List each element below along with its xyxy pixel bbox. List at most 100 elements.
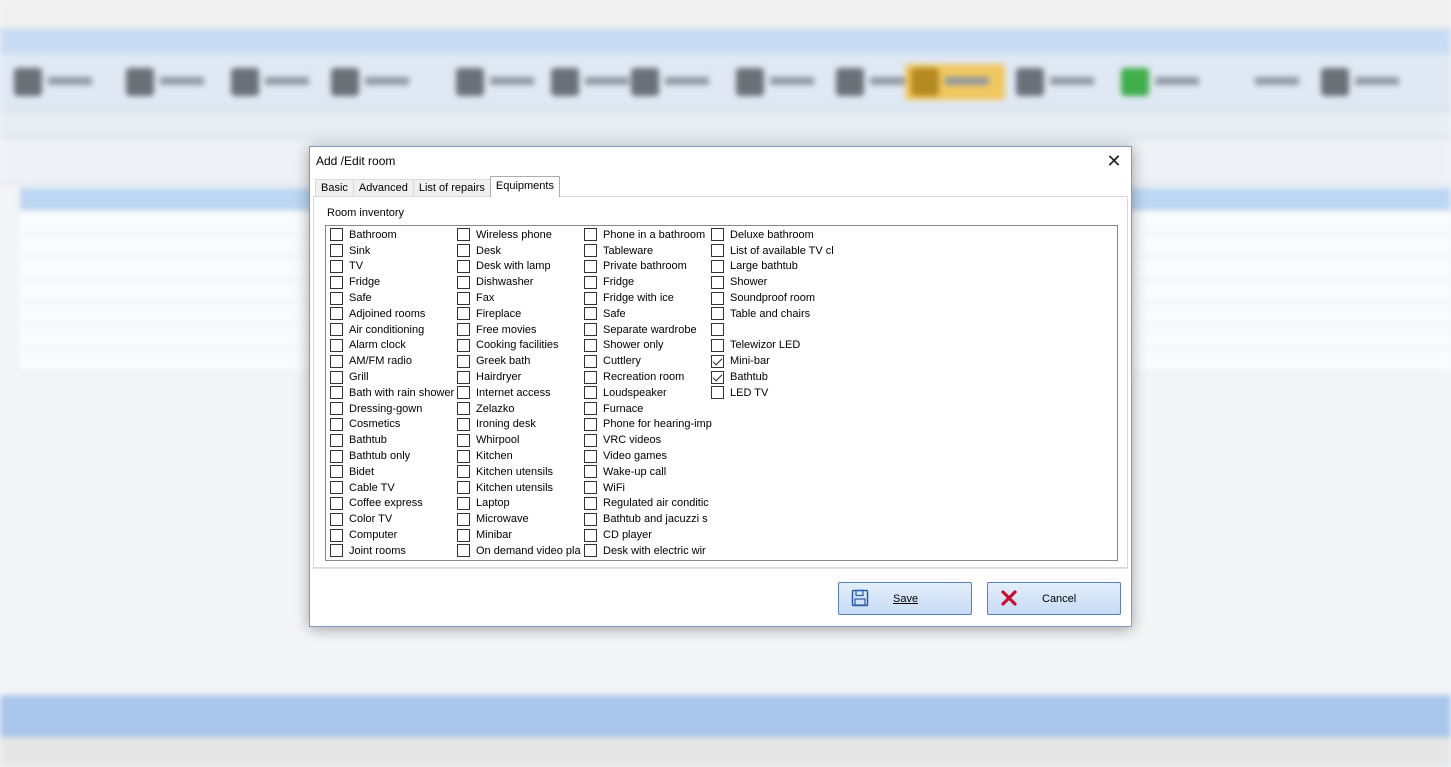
checkbox[interactable] [584, 323, 597, 337]
checkbox[interactable] [711, 275, 724, 289]
inventory-checkbox-item[interactable]: Cooking facilities [457, 338, 587, 354]
inventory-checkbox-item[interactable]: Furnace [584, 401, 714, 417]
inventory-checkbox-item[interactable]: Safe [584, 306, 714, 322]
checkbox[interactable] [330, 417, 343, 431]
checkbox[interactable] [330, 465, 343, 479]
inventory-checkbox-item[interactable]: Internet access [457, 385, 587, 401]
checkbox[interactable] [584, 402, 597, 416]
inventory-checkbox-item[interactable]: Kitchen utensils [457, 464, 587, 480]
checkbox[interactable] [584, 291, 597, 305]
checkbox-checked[interactable] [711, 354, 724, 368]
inventory-checkbox-item[interactable]: Phone for hearing-imp [584, 417, 714, 433]
inventory-checkbox-item[interactable]: Air conditioning [330, 322, 460, 338]
inventory-checkbox-item[interactable]: Sink [330, 243, 460, 259]
checkbox[interactable] [584, 259, 597, 273]
checkbox[interactable] [457, 228, 470, 242]
inventory-checkbox-item[interactable]: Recreation room [584, 369, 714, 385]
checkbox[interactable] [330, 259, 343, 273]
checkbox[interactable] [711, 386, 724, 400]
inventory-checkbox-item[interactable]: Large bathtub [711, 259, 841, 275]
inventory-checkbox-item[interactable]: Phone in a bathroom [584, 227, 714, 243]
inventory-checkbox-item[interactable]: Regulated air conditic [584, 496, 714, 512]
checkbox[interactable] [584, 544, 597, 558]
checkbox[interactable] [330, 307, 343, 321]
checkbox[interactable] [584, 528, 597, 542]
inventory-checkbox-item[interactable]: Adjoined rooms [330, 306, 460, 322]
checkbox[interactable] [457, 370, 470, 384]
checkbox[interactable] [330, 433, 343, 447]
checkbox[interactable] [330, 449, 343, 463]
inventory-checkbox-item[interactable]: Desk with lamp [457, 259, 587, 275]
checkbox[interactable] [584, 433, 597, 447]
tab-equipments[interactable]: Equipments [489, 176, 560, 197]
checkbox[interactable] [330, 338, 343, 352]
checkbox[interactable] [711, 244, 724, 258]
checkbox[interactable] [457, 417, 470, 431]
checkbox[interactable] [330, 512, 343, 526]
checkbox[interactable] [457, 259, 470, 273]
checkbox[interactable] [330, 544, 343, 558]
inventory-checkbox-item[interactable]: Telewizor LED [711, 338, 841, 354]
checkbox[interactable] [457, 512, 470, 526]
inventory-checkbox-item[interactable]: Dressing-gown [330, 401, 460, 417]
inventory-checkbox-item[interactable]: Desk [457, 243, 587, 259]
checkbox[interactable] [330, 402, 343, 416]
checkbox[interactable] [457, 244, 470, 258]
inventory-checkbox-item[interactable]: Shower only [584, 338, 714, 354]
checkbox[interactable] [584, 512, 597, 526]
checkbox[interactable] [330, 244, 343, 258]
checkbox[interactable] [584, 228, 597, 242]
inventory-checkbox-item[interactable]: Computer [330, 527, 460, 543]
checkbox[interactable] [457, 307, 470, 321]
checkbox[interactable] [584, 449, 597, 463]
inventory-checkbox-item[interactable]: WiFi [584, 480, 714, 496]
inventory-checkbox-item[interactable]: Bathtub [711, 369, 841, 385]
checkbox[interactable] [711, 291, 724, 305]
checkbox[interactable] [457, 402, 470, 416]
inventory-checkbox-item[interactable]: Safe [330, 290, 460, 306]
checkbox[interactable] [330, 228, 343, 242]
inventory-checkbox-item[interactable] [711, 322, 841, 338]
inventory-checkbox-item[interactable]: Ironing desk [457, 417, 587, 433]
checkbox[interactable] [711, 307, 724, 321]
checkbox[interactable] [711, 259, 724, 273]
inventory-checkbox-item[interactable]: Fax [457, 290, 587, 306]
inventory-checkbox-item[interactable]: Fireplace [457, 306, 587, 322]
inventory-checkbox-item[interactable]: Wireless phone [457, 227, 587, 243]
inventory-checkbox-item[interactable]: Table and chairs [711, 306, 841, 322]
inventory-checkbox-item[interactable]: Whirpool [457, 432, 587, 448]
inventory-checkbox-item[interactable]: VRC videos [584, 432, 714, 448]
inventory-checkbox-item[interactable]: Joint rooms [330, 543, 460, 559]
tab-list-of-repairs[interactable]: List of repairs [412, 179, 491, 197]
checkbox[interactable] [711, 228, 724, 242]
inventory-checkbox-item[interactable]: Kitchen [457, 448, 587, 464]
checkbox[interactable] [457, 291, 470, 305]
checkbox[interactable] [457, 449, 470, 463]
inventory-checkbox-item[interactable]: Desk with electric wir [584, 543, 714, 559]
checkbox[interactable] [584, 386, 597, 400]
checkbox[interactable] [584, 370, 597, 384]
checkbox[interactable] [457, 465, 470, 479]
inventory-checkbox-item[interactable]: Bathtub [330, 432, 460, 448]
inventory-checkbox-item[interactable]: Color TV [330, 511, 460, 527]
inventory-checkbox-item[interactable]: Cable TV [330, 480, 460, 496]
inventory-checkbox-item[interactable]: Zelazko [457, 401, 587, 417]
inventory-checkbox-item[interactable]: Deluxe bathroom [711, 227, 841, 243]
checkbox[interactable] [584, 338, 597, 352]
checkbox[interactable] [457, 481, 470, 495]
checkbox[interactable] [330, 528, 343, 542]
tab-advanced[interactable]: Advanced [352, 179, 414, 197]
inventory-checkbox-item[interactable]: Private bathroom [584, 259, 714, 275]
checkbox[interactable] [584, 244, 597, 258]
checkbox[interactable] [330, 496, 343, 510]
save-button[interactable]: Save [838, 582, 972, 615]
checkbox[interactable] [711, 323, 724, 337]
inventory-checkbox-item[interactable]: Free movies [457, 322, 587, 338]
inventory-checkbox-item[interactable]: Cuttlery [584, 353, 714, 369]
checkbox[interactable] [330, 386, 343, 400]
checkbox[interactable] [457, 338, 470, 352]
inventory-checkbox-item[interactable]: Dishwasher [457, 274, 587, 290]
close-icon[interactable]: ✕ [1103, 150, 1125, 172]
inventory-checkbox-item[interactable]: Fridge [330, 274, 460, 290]
inventory-checkbox-item[interactable]: Kitchen utensils [457, 480, 587, 496]
